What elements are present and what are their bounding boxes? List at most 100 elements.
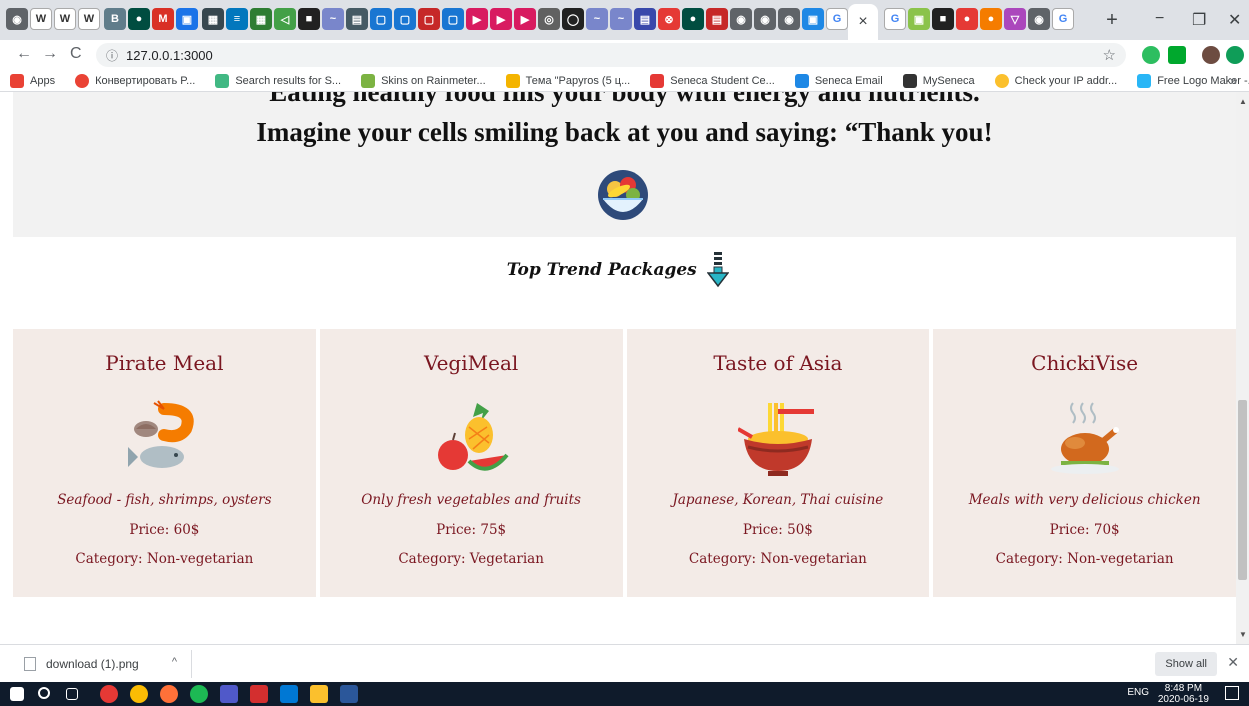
back-icon[interactable]: ← [16,45,32,63]
tab-favicon[interactable]: ◁ [274,8,296,30]
bookmark-icon [650,73,665,88]
clock[interactable]: 8:48 PM 2020-06-19 [1158,683,1209,705]
vscode-icon[interactable] [280,685,298,703]
chrome-icon[interactable] [130,685,148,703]
tab-favicon[interactable]: ▦ [202,8,224,30]
tab-favicon[interactable]: ~ [322,8,344,30]
tab-favicon[interactable]: ▣ [908,8,930,30]
bookmarks-overflow-icon[interactable]: » [1230,73,1237,88]
tab-favicon[interactable]: ◉ [778,8,800,30]
tab-favicon[interactable]: ⊗ [658,8,680,30]
tab-favicon[interactable]: ▶ [490,8,512,30]
tab-favicon[interactable]: ■ [932,8,954,30]
notification-icon[interactable] [1225,686,1239,700]
tab-favicon[interactable]: ~ [586,8,608,30]
scroll-up-icon[interactable]: ▲ [1239,97,1247,106]
tab-favicon[interactable]: ▢ [442,8,464,30]
tab-favicon[interactable]: W [54,8,76,30]
star-icon[interactable]: ☆ [1103,46,1116,64]
url-text[interactable]: 127.0.0.1:3000 [126,48,213,63]
active-tab[interactable]: × [848,4,878,40]
bookmark-item[interactable]: Skins on Rainmeter... [361,73,486,88]
tab-favicon[interactable]: B [104,8,126,30]
tab-favicon[interactable]: G [1052,8,1074,30]
bookmark-item[interactable]: Apps [10,73,55,88]
bookmark-item[interactable]: Конвертировать P... [75,73,195,88]
file-explorer-icon[interactable] [310,685,328,703]
show-all-button[interactable]: Show all [1155,652,1217,676]
noodles-icon [737,403,814,476]
word-icon[interactable] [340,685,358,703]
package-card[interactable]: Taste of Asia Japanese, Korean, Thai cui… [626,329,930,597]
window-close-button[interactable]: ✕ [1228,10,1241,30]
tab-favicon[interactable]: ● [128,8,150,30]
bookmark-item[interactable]: Search results for S... [215,73,341,88]
pdf-icon[interactable] [250,685,268,703]
profile-avatar[interactable] [1202,46,1220,64]
extension-icon[interactable] [1142,46,1160,64]
tab-favicon[interactable]: W [30,8,52,30]
scrollbar-thumb[interactable] [1238,400,1247,580]
close-icon[interactable]: ✕ [1227,654,1239,671]
reload-icon[interactable]: C [70,45,82,63]
opera-icon[interactable] [100,685,118,703]
scrollbar[interactable]: ▲ ▼ [1236,92,1249,644]
tab-favicon[interactable]: ◉ [730,8,752,30]
forward-icon[interactable]: → [42,45,58,63]
package-card[interactable]: ChickiVise Meals with very delicious chi… [933,329,1236,597]
tab-favicon[interactable]: ◉ [754,8,776,30]
tab-favicon[interactable]: ≡ [226,8,248,30]
extension-icon[interactable] [1226,46,1244,64]
package-card[interactable]: VegiMeal Only fresh vegetables and fruit… [319,329,623,597]
close-icon[interactable]: × [858,13,867,31]
tab-favicon[interactable]: ◎ [538,8,560,30]
tab-favicon[interactable]: ◯ [562,8,584,30]
tab-favicon[interactable]: ● [956,8,978,30]
tab-favicon[interactable]: ~ [610,8,632,30]
firefox-icon[interactable] [160,685,178,703]
chevron-up-icon[interactable]: ^ [172,656,177,668]
bookmark-item[interactable]: Check your IP addr... [994,73,1117,88]
tab-favicon[interactable]: ● [682,8,704,30]
tab-favicon[interactable]: ▤ [634,8,656,30]
teams-icon[interactable] [220,685,238,703]
tab-favicon[interactable]: ▶ [466,8,488,30]
download-item[interactable]: download (1).png ^ [10,650,192,678]
package-card[interactable]: Pirate Meal Seafood - fish, shrimps, oys… [13,329,316,597]
spotify-icon[interactable] [190,685,208,703]
tab-favicon[interactable]: ● [980,8,1002,30]
evernote-icon[interactable] [1168,46,1186,64]
tab-favicon[interactable]: ▢ [394,8,416,30]
bookmark-item[interactable]: MySeneca [902,73,975,88]
tray-lang[interactable]: ENG [1127,687,1149,698]
tab-favicon[interactable]: ▣ [802,8,824,30]
minimize-button[interactable]: − [1155,10,1164,28]
tab-favicon[interactable]: M [152,8,174,30]
tab-favicon[interactable]: ▶ [514,8,536,30]
tab-favicon[interactable]: W [78,8,100,30]
package-category: Category: Non-vegetarian [688,551,867,567]
bookmark-item[interactable]: Seneca Student Ce... [650,73,775,88]
address-bar[interactable]: ⓘ 127.0.0.1:3000 ☆ [96,43,1126,67]
tab-favicon[interactable]: ▢ [418,8,440,30]
tab-favicon[interactable]: ■ [298,8,320,30]
bookmark-item[interactable]: Тема "Papyros (5 ц... [505,73,630,88]
tab-favicon[interactable]: ▤ [706,8,728,30]
search-icon[interactable] [38,687,50,699]
task-view-icon[interactable] [66,688,78,700]
tab-favicon[interactable]: G [826,8,848,30]
tab-favicon[interactable]: G [884,8,906,30]
bookmark-item[interactable]: Seneca Email [794,73,883,88]
maximize-button[interactable]: ❐ [1192,10,1206,30]
tab-favicon[interactable]: ▽ [1004,8,1026,30]
tab-favicon[interactable]: ▣ [176,8,198,30]
tab-favicon[interactable]: ◉ [6,8,28,30]
new-tab-button[interactable]: + [1100,8,1124,32]
tab-favicon[interactable]: ▦ [250,8,272,30]
info-icon[interactable]: ⓘ [106,47,118,64]
tab-favicon[interactable]: ▤ [346,8,368,30]
tab-favicon[interactable]: ◉ [1028,8,1050,30]
scroll-down-icon[interactable]: ▼ [1239,630,1247,639]
windows-start-icon[interactable] [10,687,24,701]
tab-favicon[interactable]: ▢ [370,8,392,30]
